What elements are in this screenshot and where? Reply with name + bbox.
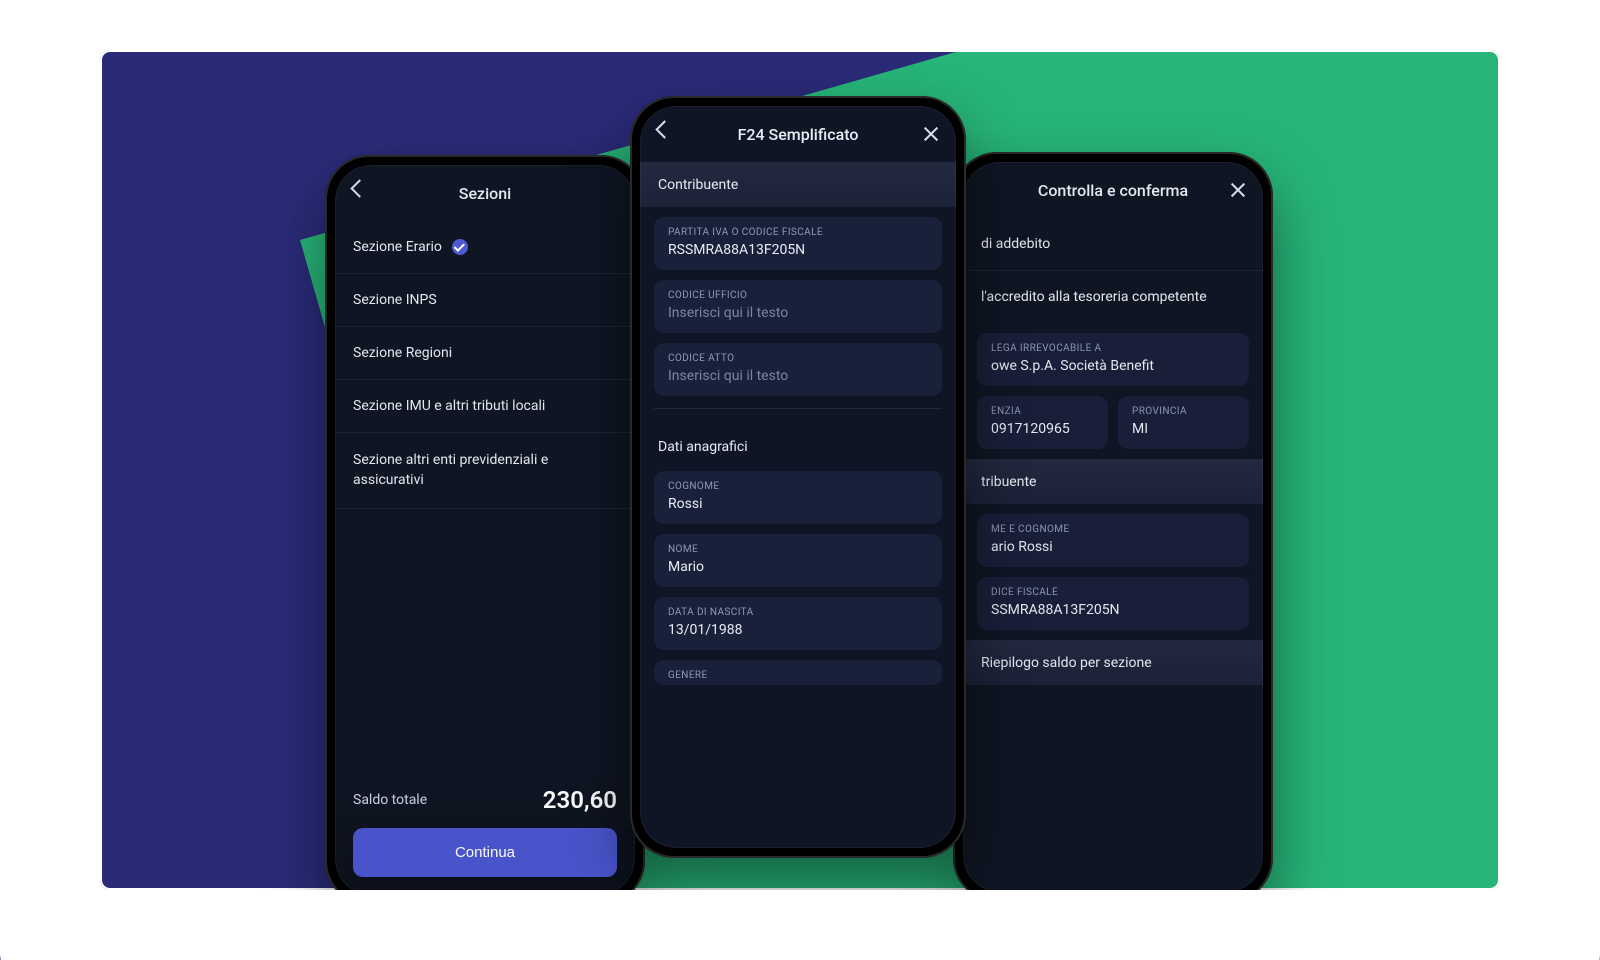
tab-riepilogo[interactable]: Riepilogo saldo per sezione bbox=[963, 640, 1263, 685]
back-button[interactable] bbox=[349, 165, 371, 221]
row-label: Sezione Erario bbox=[353, 239, 442, 255]
field-piva[interactable]: PARTITA IVA O CODICE FISCALE RSSMRA88A13… bbox=[654, 217, 942, 270]
footer: Saldo totale 230,60 Continua bbox=[335, 768, 635, 890]
field-data-nascita[interactable]: DATA DI NASCITA 13/01/1988 bbox=[654, 597, 942, 650]
field-codice-atto[interactable]: CODICE ATTO Inserisci qui il testo bbox=[654, 343, 942, 396]
close-icon bbox=[920, 123, 942, 145]
header: F24 Semplificato bbox=[640, 106, 956, 162]
field-genere[interactable]: GENERE bbox=[654, 660, 942, 685]
chevron-left-icon bbox=[349, 182, 371, 204]
phone-conferma: Controlla e conferma di addebito l'accre… bbox=[953, 152, 1273, 890]
field-delega: LEGA IRREVOCABILE A owe S.p.A. Società B… bbox=[977, 333, 1249, 386]
page-title: Sezioni bbox=[459, 184, 511, 203]
tab-contribuente[interactable]: tribuente bbox=[963, 459, 1263, 504]
field-codice-fiscale: DICE FISCALE SSMRA88A13F205N bbox=[977, 577, 1249, 630]
check-icon bbox=[452, 239, 468, 255]
field-nome[interactable]: NOME Mario bbox=[654, 534, 942, 587]
field-nome-cognome: ME E COGNOME ario Rossi bbox=[977, 514, 1249, 567]
showcase-frame: Sezioni Sezione Erario Sezione INPS Sezi… bbox=[100, 50, 1500, 890]
header: Sezioni bbox=[335, 165, 635, 221]
close-button[interactable] bbox=[1227, 162, 1249, 218]
section-row-inps[interactable]: Sezione INPS bbox=[335, 274, 635, 326]
phone-f24: F24 Semplificato Contribuente PARTITA IV… bbox=[630, 96, 966, 858]
close-button[interactable] bbox=[920, 106, 942, 162]
field-agenzia: ENZIA 0917120965 bbox=[977, 396, 1108, 449]
chevron-left-icon bbox=[654, 123, 676, 145]
page-title: F24 Semplificato bbox=[738, 125, 859, 144]
close-icon bbox=[1227, 179, 1249, 201]
section-dati-anagrafici: Dati anagrafici bbox=[640, 421, 956, 461]
field-codice-ufficio[interactable]: CODICE UFFICIO Inserisci qui il testo bbox=[654, 280, 942, 333]
row-addebito: di addebito bbox=[963, 218, 1263, 270]
field-cognome[interactable]: COGNOME Rossi bbox=[654, 471, 942, 524]
section-row-erario[interactable]: Sezione Erario bbox=[335, 221, 635, 273]
header: Controlla e conferma bbox=[963, 162, 1263, 218]
continue-button[interactable]: Continua bbox=[353, 828, 617, 877]
section-row-imu[interactable]: Sezione IMU e altri tributi locali bbox=[335, 380, 635, 432]
tab-contribuente[interactable]: Contribuente bbox=[640, 162, 956, 207]
total-label: Saldo totale bbox=[353, 792, 427, 808]
total-amount: 230,60 bbox=[543, 786, 617, 814]
row-tesoreria: l'accredito alla tesoreria competente bbox=[963, 271, 1263, 323]
section-row-altri-enti[interactable]: Sezione altri enti previdenziali e assic… bbox=[335, 433, 635, 508]
phone-sezioni: Sezioni Sezione Erario Sezione INPS Sezi… bbox=[325, 155, 645, 890]
section-row-regioni[interactable]: Sezione Regioni bbox=[335, 327, 635, 379]
page-title: Controlla e conferma bbox=[1038, 181, 1188, 200]
back-button[interactable] bbox=[654, 106, 676, 162]
field-provincia: PROVINCIA MI bbox=[1118, 396, 1249, 449]
